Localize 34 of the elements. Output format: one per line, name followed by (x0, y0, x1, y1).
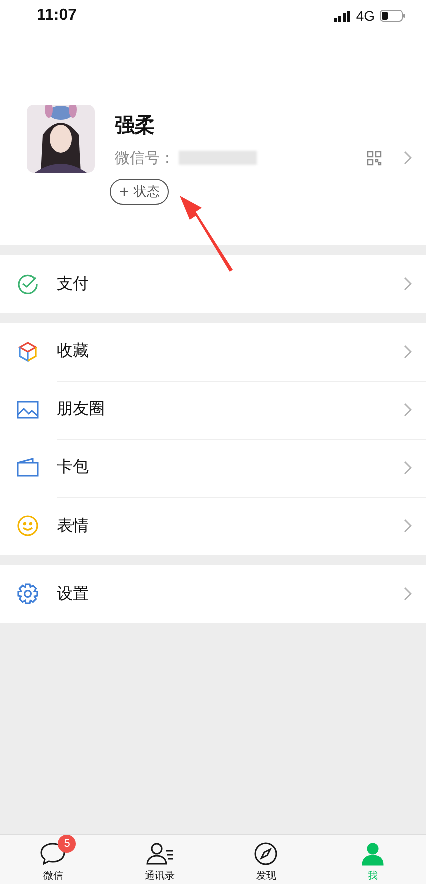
person-icon (360, 842, 385, 866)
chevron-icon (404, 344, 412, 358)
menu-item[interactable]: 收藏 (0, 323, 426, 381)
menu-item[interactable]: 卡包 (0, 439, 426, 497)
tab[interactable]: 5 微信 (0, 835, 106, 884)
wechat-id-label: 微信号： (115, 148, 175, 168)
network-label: 4G (356, 8, 375, 24)
menu-item[interactable]: 朋友圈 (0, 381, 426, 439)
chevron-icon (404, 277, 412, 291)
qr-code-icon[interactable] (367, 150, 382, 166)
tab[interactable]: 通讯录 (106, 835, 213, 884)
chevron-icon (404, 151, 412, 165)
battery-icon (380, 10, 406, 22)
menu-item[interactable]: 设置 (0, 565, 426, 623)
cube-icon (17, 341, 39, 363)
chat-bubble-icon (40, 842, 66, 866)
image-icon (17, 400, 39, 420)
chevron-icon (404, 519, 412, 533)
tab[interactable]: 发现 (213, 835, 320, 884)
status-button[interactable]: + 状态 (110, 179, 170, 205)
card-wallet-icon (17, 458, 39, 478)
user-name: 强柔 (115, 113, 155, 137)
unread-badge: 5 (58, 835, 76, 853)
settings-icon (17, 583, 39, 605)
chevron-icon (404, 460, 412, 474)
chevron-icon (404, 402, 412, 416)
status-time: 11:07 (37, 7, 78, 25)
smiley-icon (17, 515, 39, 537)
contacts-icon (146, 842, 174, 866)
chevron-icon (404, 587, 412, 601)
menu-item[interactable]: 表情 (0, 497, 426, 555)
menu-item[interactable]: 支付 (0, 255, 426, 313)
signal-icon (334, 10, 352, 22)
compass-icon (254, 842, 278, 866)
